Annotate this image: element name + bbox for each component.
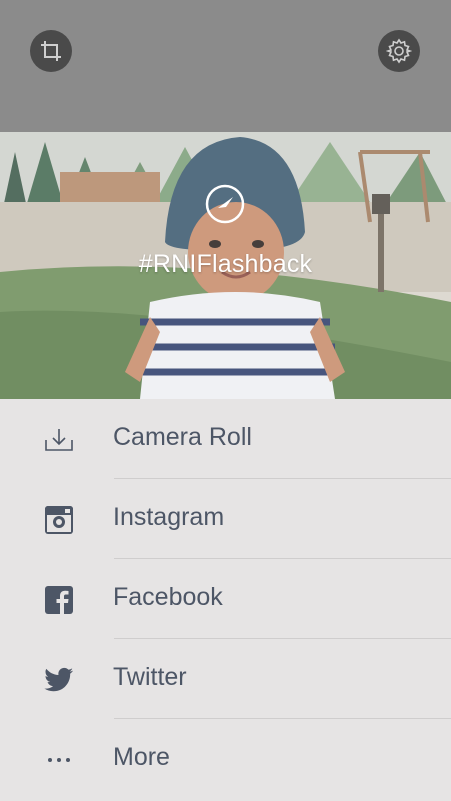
share-item-twitter[interactable]: Twitter <box>0 639 451 719</box>
settings-button[interactable] <box>378 30 420 72</box>
hashtag-text: #RNIFlashback <box>138 250 313 278</box>
gear-icon <box>386 38 412 64</box>
crop-button[interactable] <box>30 30 72 72</box>
clock-icon <box>205 184 245 224</box>
instagram-icon <box>44 505 74 535</box>
twitter-icon <box>44 665 74 695</box>
share-item-instagram[interactable]: Instagram <box>0 479 451 559</box>
share-item-label: Facebook <box>113 583 223 611</box>
more-icon <box>44 745 74 775</box>
facebook-icon <box>44 585 74 615</box>
share-item-label: More <box>113 743 170 771</box>
share-options-list: Camera Roll Instagram Facebook Twitter M… <box>0 399 451 801</box>
share-item-label: Instagram <box>113 503 225 531</box>
top-toolbar <box>0 0 451 132</box>
share-item-camera-roll[interactable]: Camera Roll <box>0 399 451 479</box>
download-icon <box>44 425 74 455</box>
share-item-label: Twitter <box>113 663 187 691</box>
share-item-more[interactable]: More <box>0 719 451 799</box>
crop-icon <box>41 41 61 61</box>
photo-preview[interactable]: #RNIFlashback <box>0 132 451 399</box>
share-item-facebook[interactable]: Facebook <box>0 559 451 639</box>
share-item-label: Camera Roll <box>113 423 252 451</box>
